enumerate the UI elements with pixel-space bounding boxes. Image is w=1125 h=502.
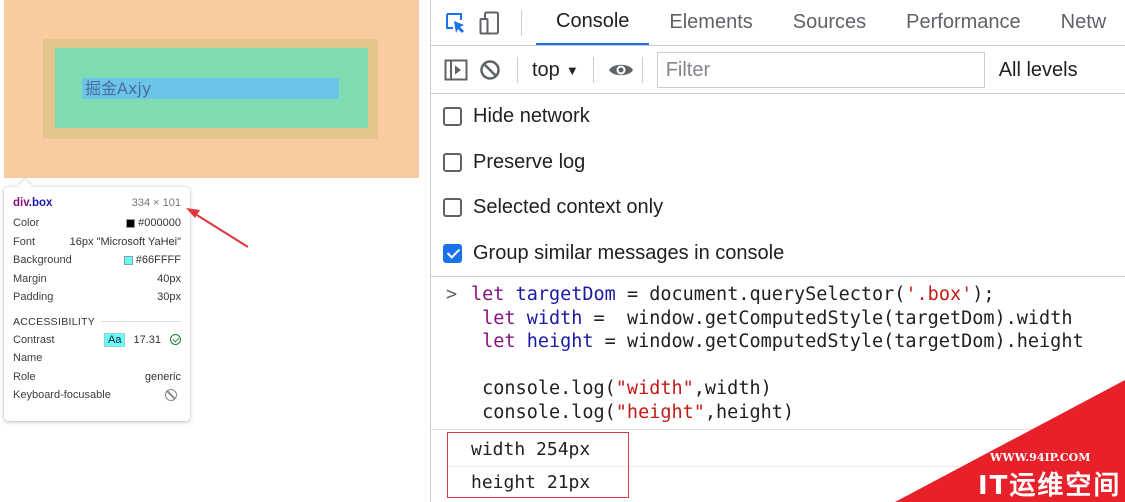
dropdown-triangle-icon: ▼ xyxy=(565,62,579,78)
tooltip-row-name: Name xyxy=(13,352,43,365)
sidebar-toggle-icon[interactable] xyxy=(439,59,473,81)
inspect-element-icon[interactable] xyxy=(439,0,473,45)
context-selector[interactable]: top ▼ xyxy=(528,59,583,82)
tooltip-row-padding: Padding 30px xyxy=(13,291,181,304)
element-size: 334 × 101 xyxy=(131,197,181,209)
code-line: > let targetDom = document.querySelector(… xyxy=(431,283,1125,307)
preserve-log-checkbox[interactable] xyxy=(443,152,462,172)
clear-console-icon[interactable] xyxy=(473,59,507,81)
setting-preserve-log[interactable]: Preserve log xyxy=(431,140,1125,186)
tooltip-row-role: Role generic xyxy=(13,370,181,383)
tab-performance[interactable]: Performance xyxy=(886,0,1041,45)
toolbar-divider xyxy=(517,57,518,83)
toolbar-divider xyxy=(641,57,643,83)
annotation-highlight-box xyxy=(447,432,629,498)
live-expression-eye-icon[interactable] xyxy=(604,61,638,79)
accessibility-heading: ACCESSIBILITY xyxy=(13,313,181,331)
console-settings: Hide network Preserve log Selected conte… xyxy=(431,94,1125,277)
box-content-text: 掘金Axjy xyxy=(85,79,152,98)
watermark-brand: IT运维空间 xyxy=(978,471,1122,501)
annotation-arrow-icon xyxy=(186,208,249,248)
tooltip-row-background: Background #66FFFF xyxy=(13,254,181,267)
device-toolbar-icon[interactable] xyxy=(473,0,507,45)
tooltip-row-color: Color #000000 xyxy=(13,217,181,230)
tooltip-row-font: Font 16px "Microsoft YaHei" xyxy=(13,235,181,248)
setting-group-similar[interactable]: Group similar messages in console xyxy=(431,231,1125,277)
code-line: let height = window.getComputedStyle(tar… xyxy=(482,331,1084,352)
page-preview: 掘金Axjy div.box 334 × 101 Color #000000 F… xyxy=(0,0,420,502)
tab-console[interactable]: Console xyxy=(536,0,650,45)
setting-selected-context[interactable]: Selected context only xyxy=(431,185,1125,231)
setting-hide-network[interactable]: Hide network xyxy=(431,94,1125,140)
toolbar-divider xyxy=(592,57,594,83)
tooltip-row-margin: Margin 40px xyxy=(13,272,181,285)
hide-network-checkbox[interactable] xyxy=(443,107,462,127)
tooltip-header: div.box 334 × 101 xyxy=(13,195,181,211)
not-allowed-icon xyxy=(165,389,177,402)
contrast-badge: Aa xyxy=(104,332,126,347)
inspect-tooltip: div.box 334 × 101 Color #000000 Font 16p… xyxy=(4,187,190,421)
devtools-tabbar: Console Elements Sources Performance Net… xyxy=(431,0,1125,46)
context-label: top xyxy=(532,58,560,81)
watermark-url: WWW.94IP.COM xyxy=(990,451,1091,464)
filter-input[interactable]: Filter xyxy=(656,52,985,88)
prompt-chevron-icon: > xyxy=(446,284,458,305)
tab-elements[interactable]: Elements xyxy=(649,0,772,45)
console-toolbar: top ▼ Filter All levels xyxy=(431,47,1125,94)
background-swatch-icon xyxy=(123,255,133,265)
selected-context-checkbox[interactable] xyxy=(443,198,462,218)
tab-network[interactable]: Netw xyxy=(1041,0,1107,45)
check-circle-icon xyxy=(170,334,181,346)
toolbar-divider xyxy=(521,9,522,36)
tooltip-row-contrast: Contrast Aa 17.31 xyxy=(13,331,181,350)
group-similar-checkbox[interactable] xyxy=(443,243,462,263)
color-swatch-icon xyxy=(126,218,136,228)
tooltip-row-focusable: Keyboard-focusable xyxy=(13,386,181,405)
element-selector: div.box xyxy=(13,197,53,209)
tab-sources[interactable]: Sources xyxy=(773,0,886,45)
code-line: let width = window.getComputedStyle(targ… xyxy=(482,307,1073,329)
log-levels-dropdown[interactable]: All levels xyxy=(999,59,1078,82)
